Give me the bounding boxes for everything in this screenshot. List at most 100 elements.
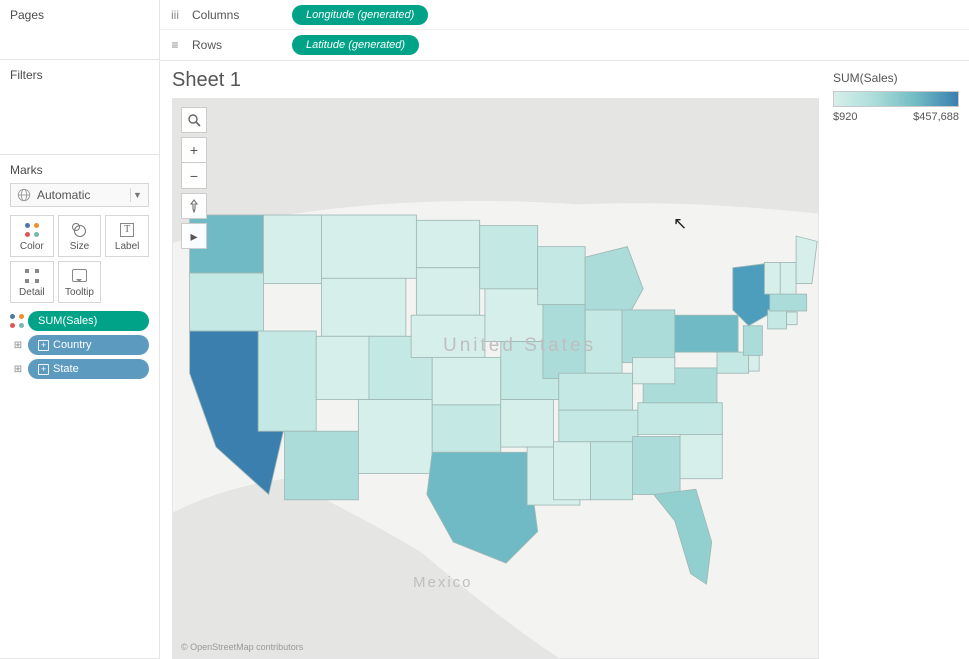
color-icon bbox=[10, 314, 24, 328]
viz-area: Sheet 1 bbox=[160, 61, 819, 659]
state-oregon bbox=[190, 273, 264, 331]
pill-label: SUM(Sales) bbox=[38, 315, 97, 327]
marks-size-label: Size bbox=[70, 241, 89, 252]
state-arkansas bbox=[501, 400, 554, 447]
marks-label-label: Label bbox=[115, 241, 139, 252]
map-canvas[interactable]: United States Mexico ↖ + − ▸ © OpenStree… bbox=[172, 98, 819, 659]
marks-pill-sales[interactable]: SUM(Sales) bbox=[10, 311, 149, 331]
color-icon bbox=[25, 223, 39, 237]
state-maine bbox=[796, 236, 817, 283]
state-tennessee bbox=[559, 410, 638, 442]
state-massachusetts bbox=[770, 294, 807, 311]
state-montana bbox=[321, 215, 416, 278]
plus-icon[interactable]: + bbox=[38, 364, 49, 375]
rows-pill-latitude[interactable]: Latitude (generated) bbox=[292, 35, 419, 55]
hierarchy-icon: ⊞ bbox=[10, 362, 24, 376]
plus-icon: + bbox=[190, 142, 198, 158]
state-north-carolina bbox=[638, 403, 722, 435]
side-panels: Pages Filters Marks Automatic ▼ Color Si… bbox=[0, 0, 160, 659]
zoom-in-button[interactable]: + bbox=[181, 137, 207, 163]
marks-size-button[interactable]: Size bbox=[58, 215, 102, 257]
marks-color-button[interactable]: Color bbox=[10, 215, 54, 257]
state-kentucky bbox=[559, 373, 633, 410]
marks-pill-country[interactable]: ⊞ +Country bbox=[10, 335, 149, 355]
legend-gradient bbox=[833, 91, 959, 107]
state-nevada bbox=[258, 331, 316, 431]
state-north-dakota bbox=[416, 220, 479, 267]
state-arizona bbox=[285, 431, 359, 500]
marks-detail-label: Detail bbox=[19, 287, 45, 298]
state-wyoming bbox=[321, 278, 405, 336]
columns-icon: iii bbox=[168, 8, 182, 22]
state-west-virginia bbox=[633, 357, 675, 383]
rows-label: Rows bbox=[192, 38, 282, 52]
state-georgia bbox=[633, 437, 680, 495]
map-search-button[interactable] bbox=[181, 107, 207, 133]
state-iowa bbox=[485, 289, 543, 342]
state-minnesota bbox=[480, 226, 538, 289]
columns-pill-longitude[interactable]: Longitude (generated) bbox=[292, 5, 428, 25]
state-rhode-island bbox=[787, 312, 798, 325]
map-attribution: © OpenStreetMap contributors bbox=[181, 642, 303, 652]
label-icon: T bbox=[120, 223, 134, 237]
legend-min: $920 bbox=[833, 111, 857, 123]
columns-label: Columns bbox=[192, 8, 282, 22]
mark-type-label: Automatic bbox=[37, 188, 90, 202]
state-nebraska bbox=[411, 315, 485, 357]
top-shelves: iii Columns Longitude (generated) ≡ Rows… bbox=[160, 0, 969, 61]
color-legend[interactable]: SUM(Sales) $920 $457,688 bbox=[819, 61, 969, 659]
marks-card: Marks Automatic ▼ Color Size T Label bbox=[0, 155, 159, 659]
pin-icon bbox=[188, 199, 200, 213]
filters-title: Filters bbox=[10, 68, 149, 82]
minus-icon: − bbox=[190, 168, 198, 184]
state-mississippi bbox=[554, 442, 591, 500]
state-kansas bbox=[432, 357, 501, 404]
state-pennsylvania bbox=[675, 315, 738, 352]
pages-title: Pages bbox=[10, 8, 149, 22]
state-florida bbox=[654, 489, 712, 584]
globe-icon bbox=[17, 188, 31, 202]
state-delaware bbox=[749, 355, 760, 371]
plus-icon[interactable]: + bbox=[38, 340, 49, 351]
detail-icon bbox=[25, 269, 39, 283]
state-texas bbox=[427, 452, 538, 563]
state-idaho bbox=[263, 215, 321, 284]
pill-label: Country bbox=[53, 339, 92, 351]
state-south-carolina bbox=[680, 431, 722, 478]
marks-pill-state[interactable]: ⊞ +State bbox=[10, 359, 149, 379]
state-illinois bbox=[543, 305, 585, 379]
state-vermont bbox=[764, 262, 780, 294]
pin-button[interactable] bbox=[181, 193, 207, 219]
us-choropleth-map bbox=[173, 99, 818, 658]
rows-icon: ≡ bbox=[168, 38, 182, 52]
state-new-mexico bbox=[358, 400, 432, 474]
state-south-dakota bbox=[416, 268, 479, 315]
state-new-hampshire bbox=[780, 262, 796, 294]
marks-tooltip-button[interactable]: Tooltip bbox=[58, 261, 102, 303]
marks-detail-button[interactable]: Detail bbox=[10, 261, 54, 303]
state-ohio bbox=[622, 310, 675, 363]
marks-tooltip-label: Tooltip bbox=[65, 287, 94, 298]
pages-shelf[interactable]: Pages bbox=[0, 0, 159, 60]
filters-shelf[interactable]: Filters bbox=[0, 60, 159, 155]
state-connecticut bbox=[768, 310, 787, 329]
legend-title: SUM(Sales) bbox=[833, 71, 959, 85]
marks-color-label: Color bbox=[20, 241, 44, 252]
marks-title: Marks bbox=[10, 163, 149, 177]
marks-label-button[interactable]: T Label bbox=[105, 215, 149, 257]
columns-shelf[interactable]: iii Columns Longitude (generated) bbox=[160, 0, 969, 30]
map-tools-expand-button[interactable]: ▸ bbox=[181, 223, 207, 249]
mark-type-select[interactable]: Automatic ▼ bbox=[10, 183, 149, 207]
state-utah bbox=[316, 336, 369, 399]
state-indiana bbox=[585, 310, 622, 373]
state-new-jersey bbox=[743, 326, 762, 356]
sheet-title[interactable]: Sheet 1 bbox=[172, 69, 819, 92]
state-oklahoma bbox=[432, 405, 501, 452]
state-wisconsin bbox=[538, 247, 585, 305]
zoom-out-button[interactable]: − bbox=[181, 163, 207, 189]
play-icon: ▸ bbox=[190, 228, 197, 245]
size-icon bbox=[72, 223, 86, 237]
tooltip-icon bbox=[72, 269, 87, 282]
rows-shelf[interactable]: ≡ Rows Latitude (generated) bbox=[160, 30, 969, 60]
legend-max: $457,688 bbox=[913, 111, 959, 123]
